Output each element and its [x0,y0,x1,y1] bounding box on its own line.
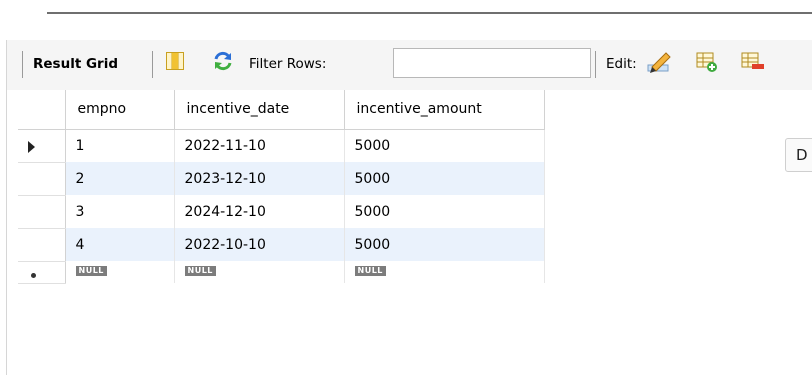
result-grid-table: empno incentive_date incentive_amount 1 … [18,90,545,284]
cell-incentive-amount[interactable]: 5000 [344,129,545,162]
cell-incentive-date-null[interactable]: NULL [174,261,345,283]
cell-empno-null[interactable]: NULL [65,261,175,283]
cell-empno[interactable]: 4 [65,228,175,261]
grid-layout-icon[interactable] [165,51,185,75]
null-badge: NULL [354,266,386,276]
cell-empno[interactable]: 1 [65,129,175,162]
row-indicator[interactable] [18,129,66,163]
null-badge: NULL [75,266,107,276]
row-indicator-header [18,90,66,130]
side-panel-tab[interactable]: D [785,138,812,172]
new-row[interactable]: NULL NULL NULL [18,261,545,284]
table-row[interactable]: 3 2024-12-10 5000 [18,195,545,229]
add-row-icon[interactable] [695,50,719,78]
cell-incentive-amount[interactable]: 5000 [344,162,545,195]
row-indicator[interactable] [18,162,66,196]
filter-rows-label: Filter Rows: [249,56,327,72]
toolbar-separator [22,51,23,78]
table-row[interactable]: 1 2022-11-10 5000 [18,129,545,163]
toolbar-separator [595,51,596,78]
filter-rows-input[interactable] [393,48,591,78]
toolbar-separator [152,51,153,78]
header-row: empno incentive_date incentive_amount [18,90,545,130]
null-badge: NULL [184,266,216,276]
result-toolbar: Result Grid Filter Rows: Edit: [7,40,812,90]
cell-incentive-amount[interactable]: 5000 [344,228,545,261]
delete-row-icon[interactable] [740,50,764,78]
refresh-icon[interactable] [212,50,234,76]
edit-pencil-icon[interactable] [646,49,672,79]
table-row[interactable]: 4 2022-10-10 5000 [18,228,545,262]
new-row-marker-icon [31,272,36,278]
row-indicator[interactable] [18,261,66,284]
row-indicator[interactable] [18,195,66,229]
cell-incentive-date[interactable]: 2023-12-10 [174,162,345,195]
row-pointer-icon [28,140,35,153]
edit-label: Edit: [606,56,637,72]
top-divider [47,12,812,14]
column-header-incentive-amount[interactable]: incentive_amount [344,90,545,130]
cell-incentive-date[interactable]: 2024-12-10 [174,195,345,228]
cell-incentive-date[interactable]: 2022-11-10 [174,129,345,162]
column-header-empno[interactable]: empno [65,90,175,130]
cell-incentive-date[interactable]: 2022-10-10 [174,228,345,261]
cell-empno[interactable]: 2 [65,162,175,195]
table-row[interactable]: 2 2023-12-10 5000 [18,162,545,196]
cell-incentive-amount[interactable]: 5000 [344,195,545,228]
column-header-incentive-date[interactable]: incentive_date [174,90,345,130]
result-grid-tab[interactable]: Result Grid [33,55,118,73]
cell-empno[interactable]: 3 [65,195,175,228]
cell-incentive-amount-null[interactable]: NULL [344,261,545,283]
row-indicator[interactable] [18,228,66,262]
